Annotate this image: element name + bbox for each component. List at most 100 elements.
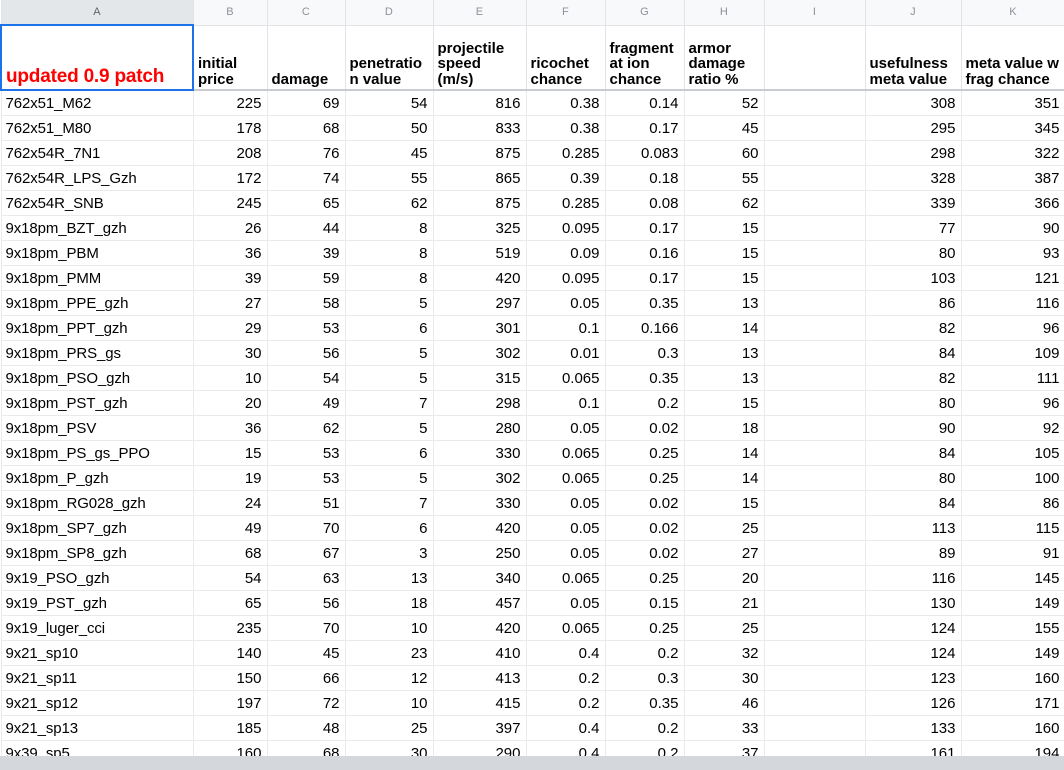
cell-metafrag[interactable]: 145 — [960, 565, 1064, 591]
cell-speed[interactable]: 397 — [432, 715, 527, 741]
cell-penetration[interactable]: 5 — [344, 365, 434, 391]
cell-armor[interactable]: 25 — [683, 515, 765, 541]
cell-penetration[interactable]: 12 — [344, 665, 434, 691]
cell-empty[interactable] — [763, 540, 866, 566]
cell-ricochet[interactable]: 0.09 — [525, 240, 606, 266]
cell-speed[interactable]: 865 — [432, 165, 527, 191]
cell-metafrag[interactable]: 100 — [960, 465, 1064, 491]
cell-speed[interactable]: 457 — [432, 590, 527, 616]
cell-usefulness[interactable]: 126 — [864, 690, 962, 716]
cell-empty[interactable] — [763, 190, 866, 216]
cell-metafrag[interactable]: 105 — [960, 440, 1064, 466]
cell-speed[interactable]: 298 — [432, 390, 527, 416]
cell-name[interactable]: 9x18pm_SP7_gzh — [0, 515, 194, 541]
cell-frag[interactable]: 0.08 — [604, 190, 685, 216]
cell-damage[interactable]: 44 — [266, 215, 346, 241]
cell-damage[interactable]: 53 — [266, 440, 346, 466]
column-header-h[interactable]: H — [683, 0, 765, 26]
cell-metafrag[interactable]: 121 — [960, 265, 1064, 291]
cell-empty[interactable] — [763, 89, 866, 116]
cell-penetration[interactable]: 7 — [344, 490, 434, 516]
cell-usefulness[interactable]: 328 — [864, 165, 962, 191]
cell-metafrag[interactable]: 160 — [960, 665, 1064, 691]
cell-armor[interactable]: 13 — [683, 365, 765, 391]
cell-frag[interactable]: 0.3 — [604, 340, 685, 366]
cell-speed[interactable]: 875 — [432, 190, 527, 216]
cell-empty[interactable] — [763, 665, 866, 691]
cell-frag[interactable]: 0.25 — [604, 440, 685, 466]
cell-penetration[interactable]: 55 — [344, 165, 434, 191]
cell-empty[interactable] — [763, 390, 866, 416]
cell-name[interactable]: 9x18pm_PSO_gzh — [0, 365, 194, 391]
cell-ricochet[interactable]: 0.1 — [525, 390, 606, 416]
cell-price[interactable]: 27 — [192, 290, 268, 316]
cell-name[interactable]: 9x18pm_RG028_gzh — [0, 490, 194, 516]
cell-speed[interactable]: 250 — [432, 540, 527, 566]
cell-name[interactable]: 9x21_sp10 — [0, 640, 194, 666]
cell-armor[interactable]: 14 — [683, 465, 765, 491]
cell-frag[interactable]: 0.17 — [604, 115, 685, 141]
cell-usefulness[interactable]: 84 — [864, 490, 962, 516]
cell-metafrag[interactable]: 90 — [960, 215, 1064, 241]
field-header-metafrag[interactable]: meta value w frag chance — [960, 24, 1064, 91]
cell-name[interactable]: 9x21_sp13 — [0, 715, 194, 741]
cell-frag[interactable]: 0.25 — [604, 615, 685, 641]
column-header-e[interactable]: E — [432, 0, 527, 26]
cell-penetration[interactable]: 18 — [344, 590, 434, 616]
cell-speed[interactable]: 340 — [432, 565, 527, 591]
cell-ricochet[interactable]: 0.285 — [525, 140, 606, 166]
field-header-empty[interactable] — [763, 24, 866, 91]
column-header-i[interactable]: I — [763, 0, 866, 26]
cell-metafrag[interactable]: 91 — [960, 540, 1064, 566]
cell-armor[interactable]: 14 — [683, 315, 765, 341]
cell-ricochet[interactable]: 0.4 — [525, 715, 606, 741]
cell-speed[interactable]: 420 — [432, 265, 527, 291]
cell-speed[interactable]: 420 — [432, 615, 527, 641]
cell-speed[interactable]: 302 — [432, 340, 527, 366]
cell-price[interactable]: 20 — [192, 390, 268, 416]
cell-name[interactable]: 9x19_luger_cci — [0, 615, 194, 641]
cell-empty[interactable] — [763, 715, 866, 741]
cell-ricochet[interactable]: 0.095 — [525, 215, 606, 241]
cell-price[interactable]: 225 — [192, 89, 268, 116]
cell-damage[interactable]: 51 — [266, 490, 346, 516]
cell-penetration[interactable]: 8 — [344, 215, 434, 241]
cell-damage[interactable]: 48 — [266, 715, 346, 741]
cell-ricochet[interactable]: 0.065 — [525, 615, 606, 641]
cell-penetration[interactable]: 10 — [344, 690, 434, 716]
cell-usefulness[interactable]: 103 — [864, 265, 962, 291]
cell-usefulness[interactable]: 80 — [864, 240, 962, 266]
cell-name[interactable]: 9x18pm_PS_gs_PPO — [0, 440, 194, 466]
cell-speed[interactable]: 315 — [432, 365, 527, 391]
cell-penetration[interactable]: 6 — [344, 515, 434, 541]
cell-empty[interactable] — [763, 365, 866, 391]
cell-price[interactable]: 197 — [192, 690, 268, 716]
cell-empty[interactable] — [763, 315, 866, 341]
cell-name[interactable]: 9x18pm_PMM — [0, 265, 194, 291]
cell-penetration[interactable]: 5 — [344, 465, 434, 491]
cell-ricochet[interactable]: 0.05 — [525, 490, 606, 516]
cell-frag[interactable]: 0.25 — [604, 465, 685, 491]
cell-ricochet[interactable]: 0.2 — [525, 665, 606, 691]
cell-armor[interactable]: 52 — [683, 89, 765, 116]
cell-armor[interactable]: 15 — [683, 390, 765, 416]
cell-metafrag[interactable]: 155 — [960, 615, 1064, 641]
cell-ricochet[interactable]: 0.065 — [525, 440, 606, 466]
cell-empty[interactable] — [763, 465, 866, 491]
cell-name[interactable]: 9x18pm_PSV — [0, 415, 194, 441]
field-header-ricochet[interactable]: ricochet chance — [525, 24, 606, 91]
cell-usefulness[interactable]: 124 — [864, 640, 962, 666]
cell-penetration[interactable]: 7 — [344, 390, 434, 416]
cell-ricochet[interactable]: 0.38 — [525, 89, 606, 116]
cell-metafrag[interactable]: 322 — [960, 140, 1064, 166]
cell-ricochet[interactable]: 0.4 — [525, 640, 606, 666]
cell-speed[interactable]: 297 — [432, 290, 527, 316]
cell-frag[interactable]: 0.18 — [604, 165, 685, 191]
column-header-b[interactable]: B — [192, 0, 268, 26]
cell-frag[interactable]: 0.25 — [604, 565, 685, 591]
cell-frag[interactable]: 0.15 — [604, 590, 685, 616]
cell-price[interactable]: 36 — [192, 240, 268, 266]
cell-usefulness[interactable]: 77 — [864, 215, 962, 241]
cell-speed[interactable]: 816 — [432, 89, 527, 116]
cell-speed[interactable]: 415 — [432, 690, 527, 716]
